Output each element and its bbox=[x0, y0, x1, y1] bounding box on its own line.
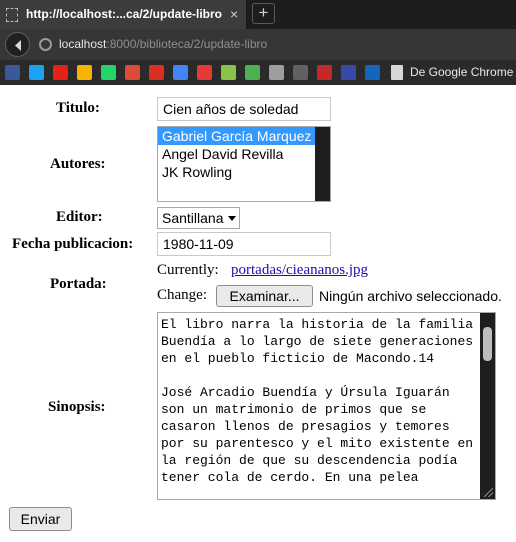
whatsapp-icon[interactable] bbox=[101, 65, 116, 80]
back-button[interactable] bbox=[5, 32, 30, 57]
browser-tab[interactable]: http://localhost:...ca/2/update-libro × bbox=[0, 0, 247, 29]
back-arrow-icon bbox=[15, 40, 21, 51]
browse-file-button[interactable]: Examinar... bbox=[216, 285, 313, 307]
goodreads-icon[interactable] bbox=[221, 65, 236, 80]
scribd-icon[interactable] bbox=[317, 65, 332, 80]
submit-button[interactable]: Enviar bbox=[9, 507, 72, 531]
url-path: :8000/biblioteca/2/update-libro bbox=[106, 37, 268, 51]
tab-strip: http://localhost:...ca/2/update-libro × … bbox=[0, 0, 516, 29]
google-plus-icon[interactable] bbox=[125, 65, 140, 80]
portada-file-link[interactable]: portadas/cieananos.jpg bbox=[231, 262, 368, 279]
bookmark-blue-icon[interactable] bbox=[365, 65, 380, 80]
sinopsis-textarea[interactable]: El libro narra la historia de la familia… bbox=[157, 312, 496, 500]
portada-label: Portada: bbox=[50, 276, 107, 292]
textarea-scrollbar[interactable] bbox=[480, 313, 495, 499]
fecha-input[interactable]: 1980-11-09 bbox=[157, 232, 331, 256]
page-icon bbox=[391, 65, 403, 80]
browser-toolbar: localhost:8000/biblioteca/2/update-libro bbox=[0, 29, 516, 60]
bookmark-gray-icon[interactable] bbox=[293, 65, 308, 80]
url-host: localhost bbox=[59, 37, 107, 51]
currently-label: Currently: bbox=[157, 262, 219, 278]
scrollbar-thumb[interactable] bbox=[483, 327, 492, 361]
page-favicon-icon bbox=[6, 8, 18, 22]
github-icon[interactable] bbox=[269, 65, 284, 80]
change-label: Change: bbox=[157, 287, 207, 303]
listbox-scrollbar[interactable] bbox=[315, 127, 330, 201]
tab-close-icon[interactable]: × bbox=[230, 5, 238, 23]
gmail-icon[interactable] bbox=[149, 65, 164, 80]
autor-option[interactable]: JK Rowling bbox=[158, 163, 317, 181]
edx-icon[interactable] bbox=[341, 65, 356, 80]
page-info-icon[interactable] bbox=[39, 38, 52, 51]
address-bar[interactable]: localhost:8000/biblioteca/2/update-libro bbox=[59, 37, 267, 51]
w3schools-icon[interactable] bbox=[245, 65, 260, 80]
sinopsis-label: Sinopsis: bbox=[48, 399, 106, 415]
titulo-input[interactable]: Cien años de soledad bbox=[157, 97, 331, 121]
fecha-label: Fecha publicacion: bbox=[12, 236, 134, 252]
sinopsis-text: El libro narra la historia de la familia… bbox=[161, 317, 474, 485]
twitter-icon[interactable] bbox=[29, 65, 44, 80]
editor-label: Editor: bbox=[56, 209, 103, 225]
google-translate-icon[interactable] bbox=[173, 65, 188, 80]
resize-grip-icon[interactable] bbox=[484, 488, 493, 497]
titulo-label: Titulo: bbox=[56, 100, 100, 116]
autor-option[interactable]: Angel David Revilla bbox=[158, 145, 317, 163]
editor-selected-value: Santillana bbox=[162, 210, 224, 226]
bookmark-google-chrome[interactable]: De Google Chrome bbox=[410, 65, 513, 79]
file-status-text: Ningún archivo seleccionado. bbox=[319, 288, 502, 304]
youtube-icon[interactable] bbox=[53, 65, 68, 80]
autor-option[interactable]: Gabriel García Marquez bbox=[158, 127, 317, 145]
bookmarks-bar: De Google Chrome bbox=[0, 60, 516, 85]
google-drive-icon[interactable] bbox=[77, 65, 92, 80]
autores-label: Autores: bbox=[50, 156, 106, 172]
facebook-icon[interactable] bbox=[5, 65, 20, 80]
bookmark-red-icon[interactable] bbox=[197, 65, 212, 80]
new-tab-button[interactable]: + bbox=[252, 3, 275, 24]
chevron-down-icon bbox=[228, 216, 236, 221]
autores-listbox[interactable]: Gabriel García Marquez Angel David Revill… bbox=[157, 126, 331, 202]
editor-select[interactable]: Santillana bbox=[157, 207, 240, 229]
tab-title: http://localhost:...ca/2/update-libro bbox=[26, 7, 223, 21]
